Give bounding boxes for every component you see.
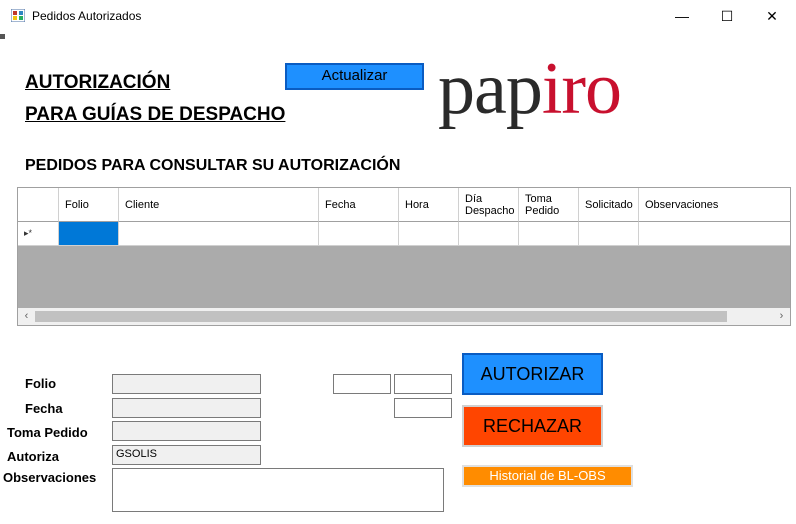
section-title: PEDIDOS PARA CONSULTAR SU AUTORIZACIÓN bbox=[25, 157, 401, 174]
close-button[interactable]: ✕ bbox=[749, 0, 795, 32]
col-folio[interactable]: Folio bbox=[59, 188, 119, 222]
extra-field-2[interactable] bbox=[394, 374, 452, 394]
fecha-field[interactable] bbox=[112, 398, 261, 418]
cell-fecha[interactable] bbox=[319, 222, 399, 246]
col-solicitado[interactable]: Solicitado bbox=[579, 188, 639, 222]
papiro-logo: papiro bbox=[438, 52, 622, 126]
fecha-label: Fecha bbox=[25, 401, 63, 416]
folio-label: Folio bbox=[25, 376, 57, 391]
autoriza-label: Autoriza bbox=[7, 449, 59, 464]
logo-part-2: iro bbox=[541, 48, 622, 130]
col-dia-despacho[interactable]: Día Despacho bbox=[459, 188, 519, 222]
col-toma-pedido-label: Toma Pedido bbox=[525, 192, 560, 217]
extra-field-1[interactable] bbox=[333, 374, 391, 394]
toma-pedido-field[interactable] bbox=[112, 421, 261, 441]
col-fecha-label: Fecha bbox=[325, 198, 356, 211]
maximize-icon: ☐ bbox=[720, 7, 734, 24]
row-header-corner bbox=[18, 188, 59, 222]
col-observaciones[interactable]: Observaciones bbox=[639, 188, 790, 222]
col-toma-pedido[interactable]: Toma Pedido bbox=[519, 188, 579, 222]
folio-field[interactable] bbox=[112, 374, 261, 394]
autoriza-field[interactable]: GSOLIS bbox=[112, 445, 261, 465]
window-title: Pedidos Autorizados bbox=[32, 9, 142, 23]
heading-line-1: AUTORIZACIÓN bbox=[25, 72, 171, 93]
toma-pedido-label: Toma Pedido bbox=[7, 425, 88, 440]
extra-field-3[interactable] bbox=[394, 398, 452, 418]
cell-dia-despacho[interactable] bbox=[459, 222, 519, 246]
orders-grid[interactable]: Folio Cliente Fecha Hora Día Despacho To… bbox=[17, 187, 791, 326]
scroll-right-icon[interactable]: › bbox=[773, 308, 790, 325]
cell-hora[interactable] bbox=[399, 222, 459, 246]
horizontal-scrollbar[interactable]: ‹ › bbox=[18, 308, 790, 325]
cell-cliente[interactable] bbox=[119, 222, 319, 246]
rechazar-button[interactable]: RECHAZAR bbox=[462, 405, 603, 447]
maximize-button[interactable]: ☐ bbox=[704, 0, 750, 32]
cell-solicitado[interactable] bbox=[579, 222, 639, 246]
autorizar-button[interactable]: AUTORIZAR bbox=[462, 353, 603, 395]
app-icon bbox=[11, 9, 25, 22]
col-fecha[interactable]: Fecha bbox=[319, 188, 399, 222]
scroll-left-icon[interactable]: ‹ bbox=[18, 308, 35, 325]
cell-folio-selected[interactable] bbox=[59, 222, 119, 246]
col-folio-label: Folio bbox=[65, 198, 89, 211]
col-hora[interactable]: Hora bbox=[399, 188, 459, 222]
scroll-thumb[interactable] bbox=[35, 311, 727, 322]
minimize-button[interactable]: — bbox=[659, 0, 705, 32]
title-bar: Pedidos Autorizados — ☐ ✕ bbox=[0, 0, 796, 32]
observaciones-label: Observaciones bbox=[3, 470, 97, 485]
cell-observaciones[interactable] bbox=[639, 222, 790, 246]
refresh-button[interactable]: Actualizar bbox=[285, 63, 424, 90]
col-solicitado-label: Solicitado bbox=[585, 198, 633, 211]
logo-part-1: pap bbox=[438, 48, 543, 130]
observaciones-textarea[interactable] bbox=[112, 468, 444, 512]
col-cliente-label: Cliente bbox=[125, 198, 160, 211]
resize-marker bbox=[0, 34, 5, 39]
new-row-marker: ▸* bbox=[18, 222, 59, 246]
col-cliente[interactable]: Cliente bbox=[119, 188, 319, 222]
historial-button[interactable]: Historial de BL-OBS bbox=[462, 465, 633, 487]
close-icon: ✕ bbox=[766, 7, 778, 24]
col-observaciones-label: Observaciones bbox=[645, 198, 719, 211]
cell-toma-pedido[interactable] bbox=[519, 222, 579, 246]
minimize-icon: — bbox=[675, 8, 689, 24]
col-dia-despacho-label: Día Despacho bbox=[465, 192, 515, 217]
col-hora-label: Hora bbox=[405, 198, 429, 211]
heading-line-2: PARA GUÍAS DE DESPACHO bbox=[25, 104, 286, 125]
